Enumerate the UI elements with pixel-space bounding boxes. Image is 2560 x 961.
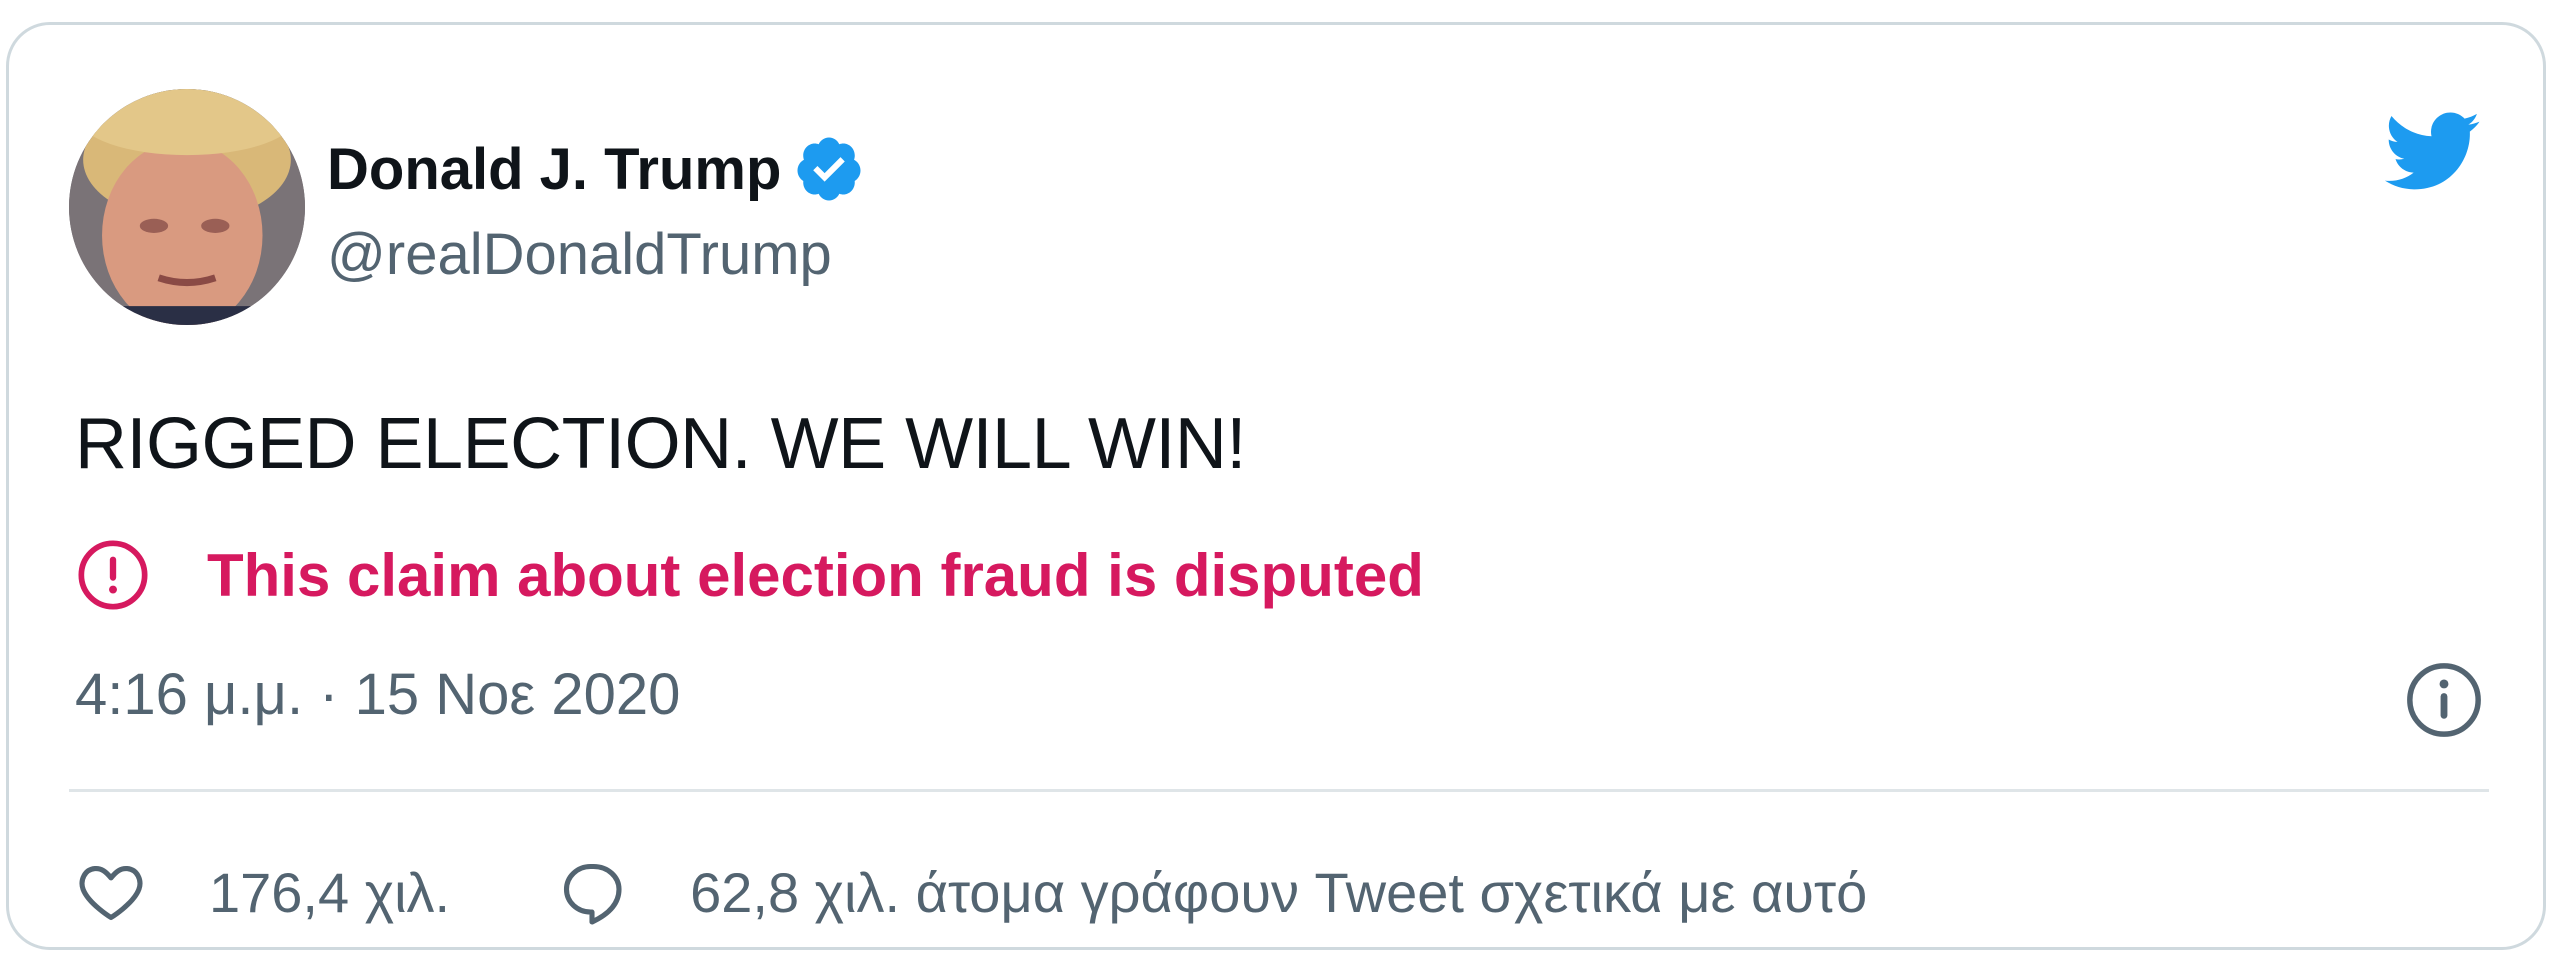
author-handle[interactable]: @realDonaldTrump: [327, 221, 832, 288]
exclamation-circle-icon: [75, 537, 151, 613]
avatar[interactable]: [69, 89, 305, 325]
tweet-timestamp[interactable]: 4:16 μ.μ. · 15 Νοε 2020: [75, 661, 680, 728]
like-action[interactable]: 176,4 χιλ.: [75, 856, 450, 928]
twitter-bird-icon[interactable]: [2375, 101, 2487, 201]
heart-icon[interactable]: [75, 856, 147, 928]
reply-action[interactable]: 62,8 χιλ. άτομα γράφουν Tweet σχετικά με…: [556, 856, 1867, 928]
tweet-actions: 176,4 χιλ. 62,8 χιλ. άτομα γράφουν Tweet…: [75, 847, 1867, 937]
disputed-claim-notice[interactable]: This claim about election fraud is dispu…: [75, 533, 1424, 617]
author-display-name[interactable]: Donald J. Trump: [327, 136, 781, 203]
like-count[interactable]: 176,4 χιλ.: [209, 860, 450, 925]
author-name-row: Donald J. Trump: [327, 129, 865, 209]
tweet-text: RIGGED ELECTION. WE WILL WIN!: [75, 404, 1246, 484]
verified-badge-icon: [793, 133, 865, 205]
disputed-claim-text[interactable]: This claim about election fraud is dispu…: [207, 541, 1424, 610]
avatar-image: [69, 89, 305, 325]
tweet-card: Donald J. Trump @realDonaldTrump RIGGED …: [6, 22, 2546, 950]
speech-bubble-icon[interactable]: [556, 856, 628, 928]
reply-summary[interactable]: 62,8 χιλ. άτομα γράφουν Tweet σχετικά με…: [690, 860, 1867, 925]
divider: [69, 789, 2489, 792]
info-icon[interactable]: [2403, 659, 2485, 741]
